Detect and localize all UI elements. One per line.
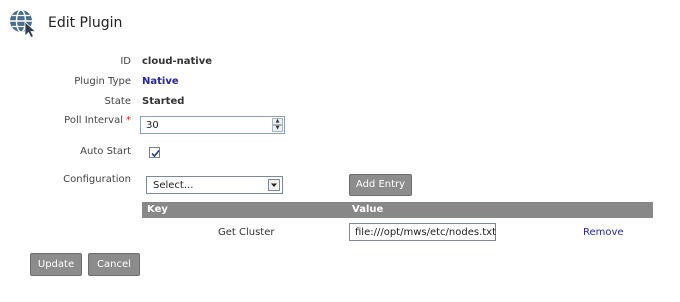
plugin-type-link[interactable]: Native [142, 76, 179, 87]
state-value: Started [142, 96, 185, 107]
cancel-button[interactable]: Cancel [88, 253, 140, 276]
globe-cursor-icon [8, 8, 38, 39]
table-row-value-text[interactable]: file:///opt/mws/etc/nodes.txt [355, 227, 496, 238]
page-title: Edit Plugin [48, 15, 123, 31]
configuration-select-value[interactable]: Select... [153, 180, 193, 191]
table-row-key: Get Cluster [218, 227, 275, 238]
checkmark-icon [151, 149, 160, 158]
table-row-value-input[interactable]: file:///opt/mws/etc/nodes.txt [349, 223, 496, 241]
auto-start-label: Auto Start [80, 146, 131, 157]
poll-interval-value[interactable]: 30 [146, 120, 159, 131]
configuration-label: Configuration [63, 174, 131, 185]
chevron-down-icon[interactable] [268, 179, 280, 191]
poll-interval-label-text: Poll Interval [64, 115, 123, 126]
value-column-header: Value [352, 204, 384, 215]
remove-row-link[interactable]: Remove [583, 227, 624, 238]
config-table-header: Key Value [142, 202, 653, 218]
poll-interval-spinner[interactable]: 30 ▲ ▼ [140, 116, 285, 134]
id-value: cloud-native [142, 56, 213, 67]
poll-interval-label: Poll Interval * [64, 115, 131, 126]
spinner-down-icon[interactable]: ▼ [272, 125, 283, 132]
key-column-header: Key [147, 204, 168, 215]
state-label: State [104, 96, 131, 107]
auto-start-checkbox[interactable] [149, 147, 160, 158]
id-label: ID [120, 56, 131, 67]
add-entry-button[interactable]: Add Entry [349, 174, 412, 196]
update-button[interactable]: Update [30, 253, 82, 276]
required-marker: * [126, 115, 131, 126]
configuration-select[interactable]: Select... [146, 176, 283, 194]
spinner-up-icon[interactable]: ▲ [272, 118, 283, 125]
plugin-type-label: Plugin Type [74, 76, 131, 87]
